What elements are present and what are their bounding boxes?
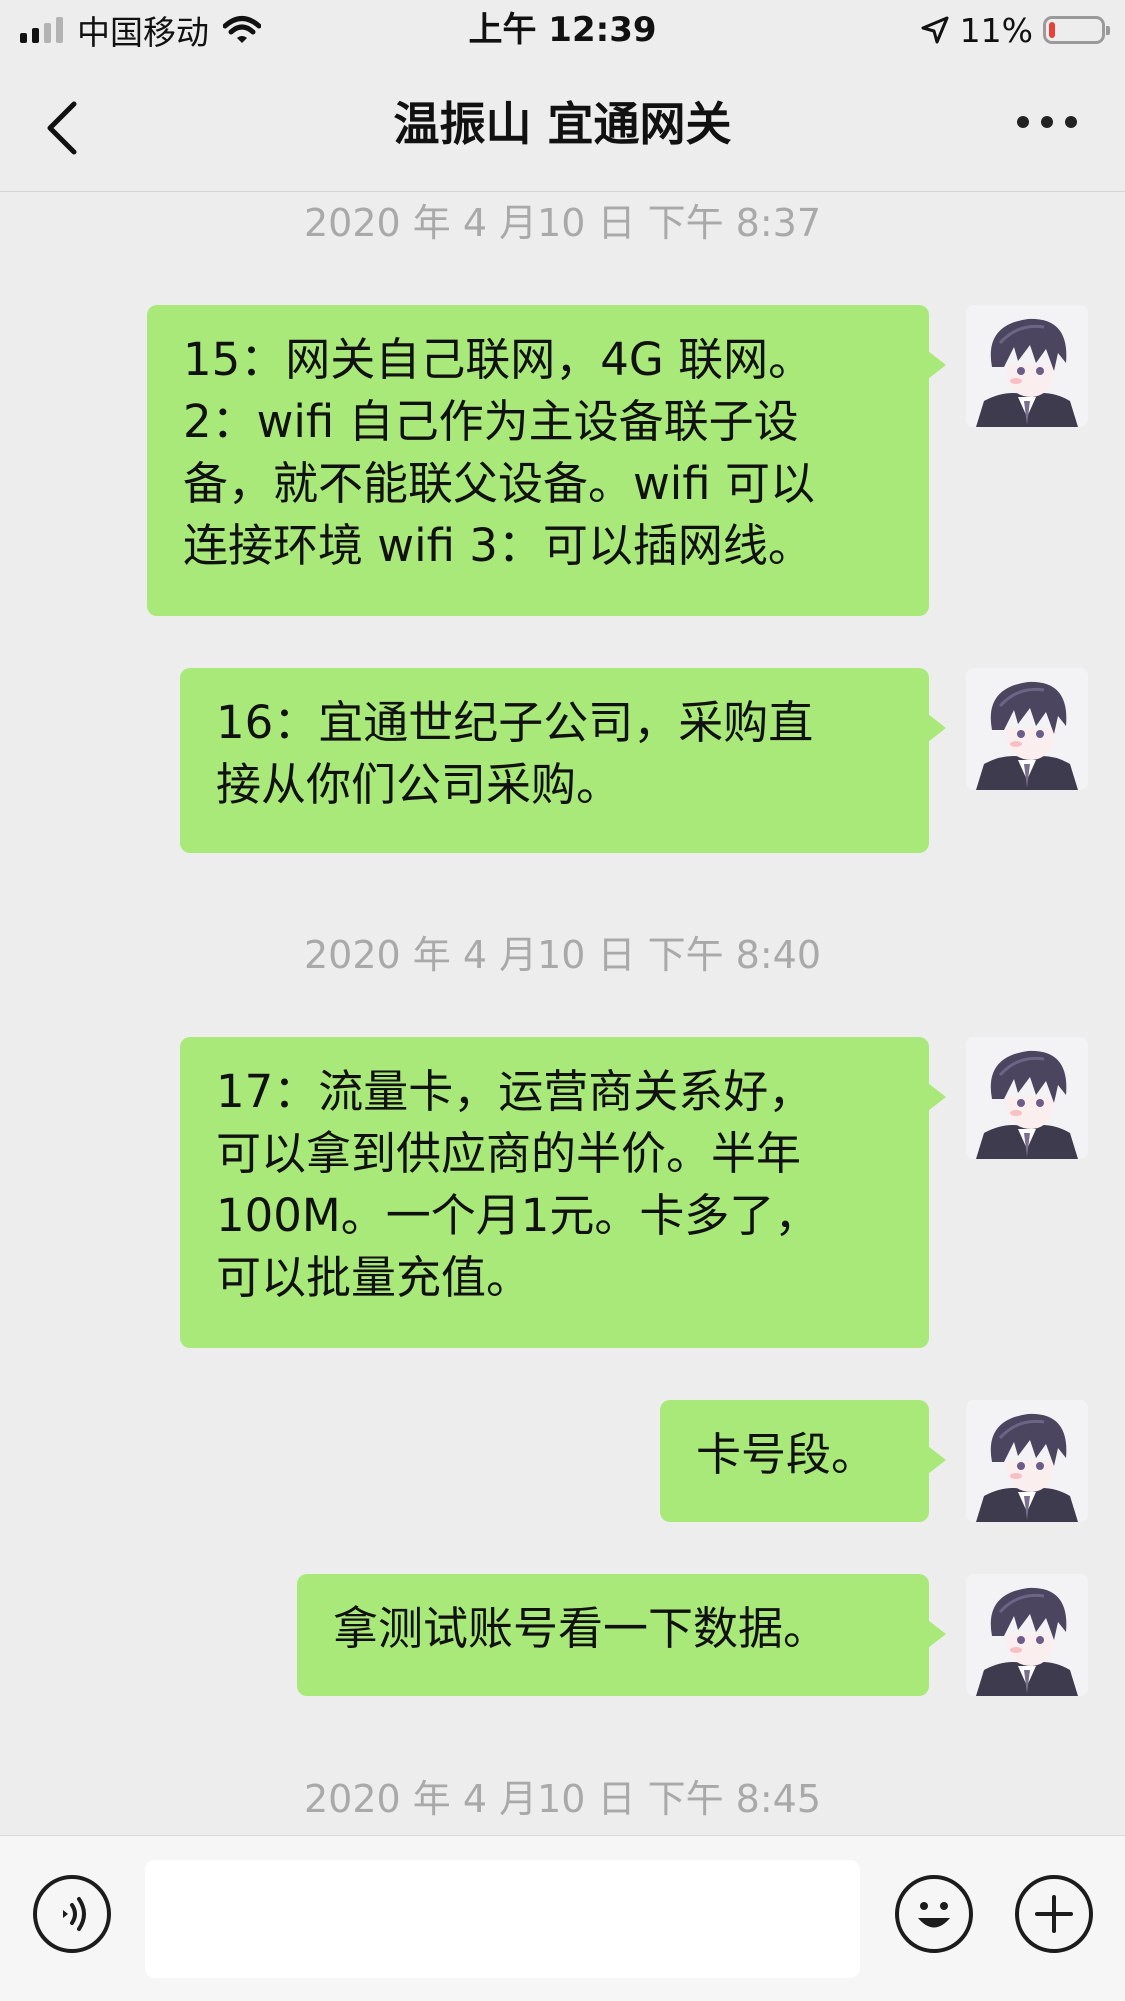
avatar[interactable]: [966, 668, 1088, 790]
avatar[interactable]: [966, 1400, 1088, 1522]
message-bubble[interactable]: 17：流量卡，运营商关系好， 可以拿到供应商的半价。半年 100M。一个月1元。…: [180, 1037, 946, 1348]
message-timestamp: 2020 年 4 月10 日 下午 8:40: [303, 933, 822, 977]
plus-icon[interactable]: [1015, 1875, 1093, 1953]
chat-title: 温振山 宜通网关: [393, 97, 732, 151]
battery-icon: [1043, 16, 1110, 44]
message-timestamp: 2020 年 4 月10 日 下午 8:37: [303, 201, 822, 245]
avatar[interactable]: [966, 1574, 1088, 1696]
location-arrow-icon: [921, 16, 949, 44]
message-bubble[interactable]: 15：网关自己联网，4G 联网。 2：wifi 自己作为主设备联子设 备，就不能…: [147, 305, 946, 616]
battery-level: [1049, 22, 1055, 38]
chat-input-bar: [0, 1835, 1125, 2001]
voice-icon[interactable]: [33, 1875, 111, 1953]
status-bar-right: 11%: [920, 8, 1110, 52]
emoji-icon[interactable]: [895, 1875, 973, 1953]
status-bar: 中国移动 上午 12:39 11%: [0, 0, 1125, 60]
message-input[interactable]: [145, 1860, 860, 1978]
message-bubble[interactable]: 16：宜通世纪子公司，采购直 接从你们公司采购。: [180, 668, 946, 853]
battery-percentage: 11%: [959, 10, 1033, 50]
avatar[interactable]: [966, 1037, 1088, 1159]
message-timestamp: 2020 年 4 月10 日 下午 8:45: [303, 1777, 822, 1821]
chat-header: 温振山 宜通网关: [0, 60, 1125, 192]
message-bubble[interactable]: 卡号段。: [660, 1400, 946, 1522]
more-dots-icon[interactable]: [1017, 116, 1077, 136]
message-bubble[interactable]: 拿测试账号看一下数据。: [297, 1574, 946, 1696]
avatar[interactable]: [966, 305, 1088, 427]
